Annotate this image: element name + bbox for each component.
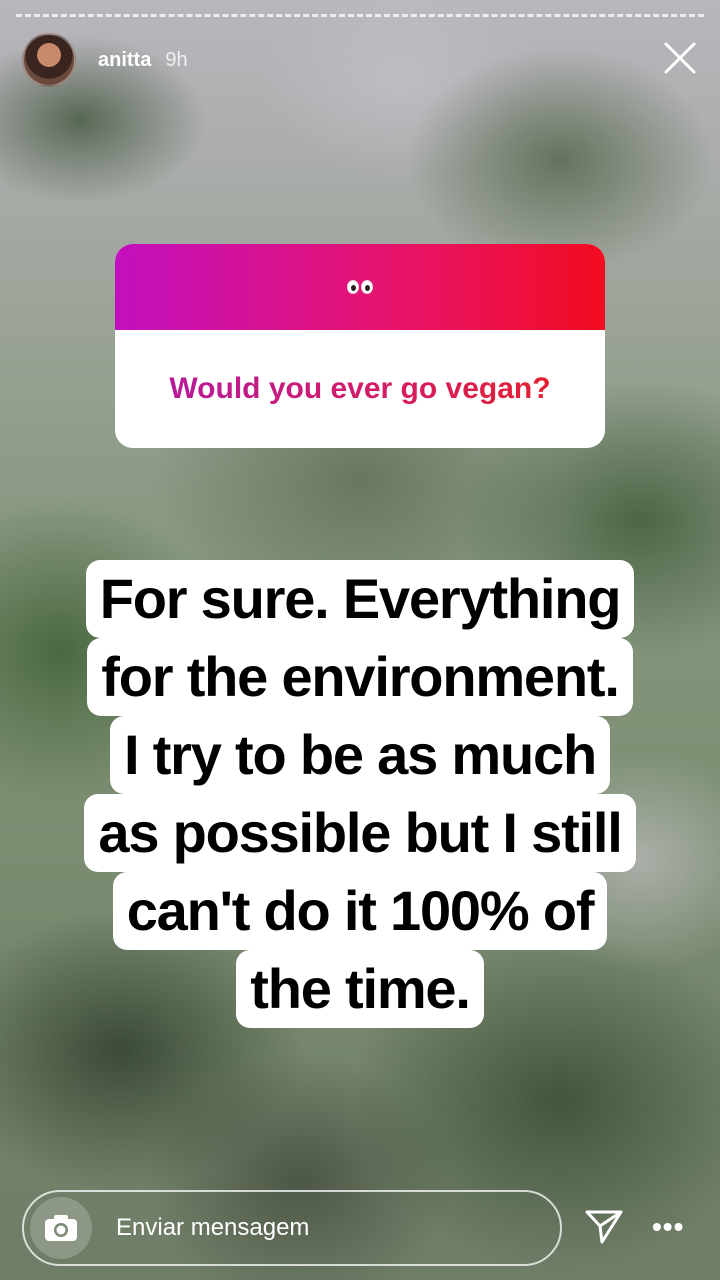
username[interactable]: anitta <box>98 49 151 72</box>
answer-line: For sure. Everything <box>85 560 635 638</box>
avatar[interactable] <box>22 33 76 87</box>
question-sticker-header <box>115 244 605 330</box>
post-time: 9h <box>165 48 188 71</box>
message-input[interactable]: Enviar mensagem <box>116 1214 309 1242</box>
answer-line: for the environment. <box>87 638 633 716</box>
close-icon[interactable] <box>660 38 700 78</box>
story-progress-bar <box>16 14 704 20</box>
answer-line: can't do it 100% of <box>112 872 608 950</box>
eyes-emoji-icon <box>347 280 373 294</box>
answer-line: I try to be as much <box>110 716 610 794</box>
answer-text-block: For sure. Everything for the environment… <box>40 560 680 1028</box>
question-sticker: Would you ever go vegan? <box>115 244 605 448</box>
answer-line: as possible but I still <box>84 794 636 872</box>
message-bar: Enviar mensagem <box>22 1190 562 1266</box>
camera-icon <box>45 1215 77 1241</box>
question-text: Would you ever go vegan? <box>115 330 605 448</box>
more-options-icon[interactable]: ••• <box>652 1212 684 1242</box>
answer-line: the time. <box>236 950 484 1028</box>
camera-button[interactable] <box>30 1197 92 1259</box>
send-icon[interactable] <box>584 1206 624 1246</box>
story-header: anitta 9h <box>22 32 188 88</box>
